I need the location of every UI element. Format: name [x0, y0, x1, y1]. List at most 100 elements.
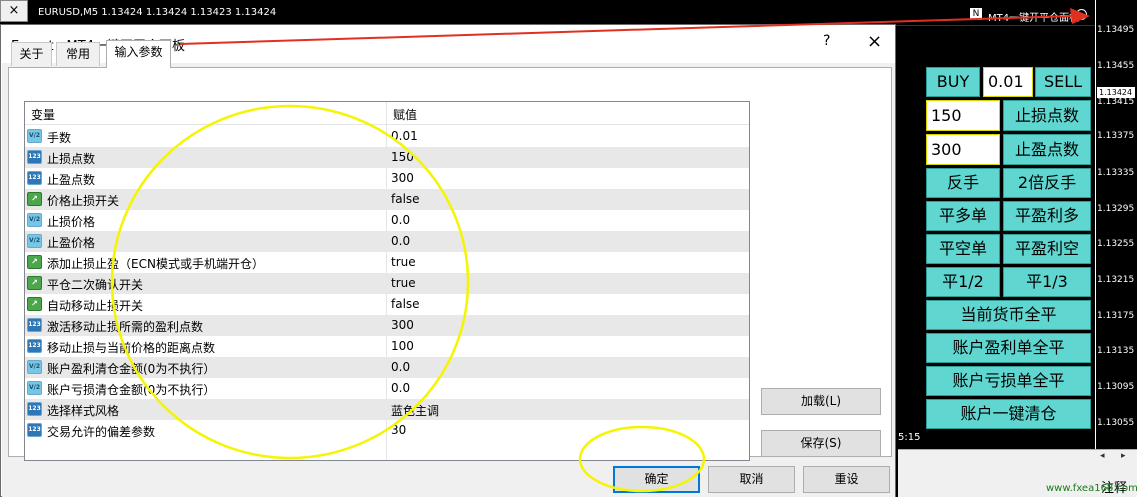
stop-loss-label-button[interactable]: 止损点数 [1003, 100, 1091, 131]
param-value[interactable]: 150 [391, 150, 414, 164]
close-symbol-all-button[interactable]: 当前货币全平 [926, 300, 1091, 330]
sell-button[interactable]: SELL [1035, 67, 1091, 97]
price-tick: 1.13375 [1097, 131, 1135, 141]
double-type-icon: V/2 [27, 129, 42, 143]
take-profit-label-button[interactable]: 止盈点数 [1003, 134, 1091, 165]
table-row[interactable]: V/2 止损价格 0.0 [25, 210, 749, 231]
table-row[interactable]: 123 激活移动止损所需的盈利点数 300 [25, 315, 749, 336]
close-long-profit-button[interactable]: 平盈利多 [1003, 201, 1091, 231]
param-value[interactable]: 30 [391, 423, 406, 437]
scroll-right-icon[interactable]: ▸ [1121, 451, 1126, 461]
param-value[interactable]: 300 [391, 318, 414, 332]
price-tick: 1.13175 [1097, 311, 1135, 321]
current-price-label: 1.13424 [1097, 87, 1135, 98]
table-row[interactable]: 123 移动止损与当前价格的距离点数 100 [25, 336, 749, 357]
param-name: 手数 [47, 131, 72, 145]
price-tick: 1.13055 [1097, 418, 1135, 428]
tab-common[interactable]: 常用 [56, 42, 100, 66]
param-name: 账户盈利清仓金额(0为不执行） [47, 362, 216, 376]
param-name: 止盈价格 [47, 236, 96, 250]
close-third-button[interactable]: 平1/3 [1003, 267, 1091, 297]
param-value[interactable]: true [391, 276, 416, 290]
table-row[interactable]: V/2 账户亏损清仓金额(0为不执行） 0.0 [25, 378, 749, 399]
param-value[interactable]: true [391, 255, 416, 269]
ea-logo-icon: N [970, 8, 982, 20]
ok-button[interactable]: 确定 [613, 466, 700, 493]
bool-type-icon: ↗ [27, 276, 42, 290]
price-tick: 1.13095 [1097, 382, 1135, 392]
smiley-icon [1076, 9, 1087, 20]
param-name: 止损价格 [47, 215, 96, 229]
param-value[interactable]: false [391, 297, 420, 311]
table-row[interactable]: V/2 账户盈利清仓金额(0为不执行） 0.0 [25, 357, 749, 378]
param-name: 添加止损止盈（ECN模式或手机端开仓） [47, 257, 264, 271]
cancel-button[interactable]: 取消 [708, 466, 795, 493]
table-row[interactable]: ↗ 添加止损止盈（ECN模式或手机端开仓） true [25, 252, 749, 273]
close-short-profit-button[interactable]: 平盈利空 [1003, 234, 1091, 264]
table-row[interactable]: 123 交易允许的偏差参数 30 [25, 420, 749, 441]
integer-type-icon: 123 [27, 318, 42, 332]
price-tick: 1.13135 [1097, 346, 1135, 356]
integer-type-icon: 123 [27, 171, 42, 185]
column-header-variable[interactable]: 变量 [31, 106, 55, 123]
bool-type-icon: ↗ [27, 297, 42, 311]
param-name: 自动移动止损开关 [47, 299, 144, 313]
stop-loss-input[interactable]: 150 [926, 100, 1000, 131]
double-type-icon: V/2 [27, 213, 42, 227]
integer-type-icon: 123 [27, 402, 42, 416]
close-long-button[interactable]: 平多单 [926, 201, 1000, 231]
table-row[interactable]: ↗ 价格止损开关 false [25, 189, 749, 210]
close-half-button[interactable]: 平1/2 [926, 267, 1000, 297]
close-account-all-button[interactable]: 账户一键清仓 [926, 399, 1091, 429]
table-row[interactable]: V/2 手数 0.01 [25, 126, 749, 147]
param-value[interactable]: 0.0 [391, 360, 410, 374]
param-value[interactable]: 0.0 [391, 381, 410, 395]
param-name: 止损点数 [47, 152, 96, 166]
param-value[interactable]: 0.0 [391, 213, 410, 227]
lot-size-input[interactable]: 0.01 [983, 67, 1033, 97]
param-value[interactable]: 蓝色主调 [391, 402, 439, 419]
scroll-left-icon[interactable]: ◂ [1100, 451, 1105, 461]
chart-symbol-quote: EURUSD,M5 1.13424 1.13424 1.13423 1.1342… [38, 7, 277, 18]
price-tick: 1.13295 [1097, 204, 1135, 214]
tab-inputs[interactable]: 输入参数 [106, 40, 171, 68]
price-tick: 1.13215 [1097, 275, 1135, 285]
bool-type-icon: ↗ [27, 192, 42, 206]
take-profit-input[interactable]: 300 [926, 134, 1000, 165]
close-short-button[interactable]: 平空单 [926, 234, 1000, 264]
chart-close-button[interactable]: × [0, 0, 28, 22]
param-value[interactable]: 0.0 [391, 234, 410, 248]
price-tick: 1.13495 [1097, 25, 1135, 35]
double-type-icon: V/2 [27, 381, 42, 395]
price-tick: 1.13455 [1097, 61, 1135, 71]
param-name: 平仓二次确认开关 [47, 278, 144, 292]
double-reverse-button[interactable]: 2倍反手 [1003, 168, 1091, 198]
load-button[interactable]: 加载(L) [761, 388, 881, 415]
price-tick: 1.13335 [1097, 168, 1135, 178]
param-name: 价格止损开关 [47, 194, 120, 208]
table-row[interactable]: 123 止盈点数 300 [25, 168, 749, 189]
table-row[interactable]: V/2 止盈价格 0.0 [25, 231, 749, 252]
table-row[interactable]: 123 止损点数 150 [25, 147, 749, 168]
param-value[interactable]: 300 [391, 171, 414, 185]
close-account-profit-button[interactable]: 账户盈利单全平 [926, 333, 1091, 363]
close-account-loss-button[interactable]: 账户亏损单全平 [926, 366, 1091, 396]
save-button[interactable]: 保存(S) [761, 430, 881, 457]
table-row[interactable]: 123 选择样式风格 蓝色主调 [25, 399, 749, 420]
table-row[interactable]: ↗ 自动移动止损开关 false [25, 294, 749, 315]
help-button[interactable]: ? [823, 33, 830, 49]
param-value[interactable]: 100 [391, 339, 414, 353]
column-header-value[interactable]: 赋值 [393, 106, 417, 123]
tab-about[interactable]: 关于 [11, 42, 52, 66]
param-value[interactable]: false [391, 192, 420, 206]
site-watermark: www.fxea168.com [1046, 483, 1137, 494]
reverse-button[interactable]: 反手 [926, 168, 1000, 198]
integer-type-icon: 123 [27, 339, 42, 353]
reset-button[interactable]: 重设 [803, 466, 890, 493]
dialog-close-button[interactable]: × [867, 31, 882, 52]
table-header: 变量 赋值 [25, 102, 749, 125]
buy-button[interactable]: BUY [926, 67, 980, 97]
table-row[interactable]: ↗ 平仓二次确认开关 true [25, 273, 749, 294]
param-name: 移动止损与当前价格的距离点数 [47, 341, 216, 355]
param-value[interactable]: 0.01 [391, 129, 418, 143]
